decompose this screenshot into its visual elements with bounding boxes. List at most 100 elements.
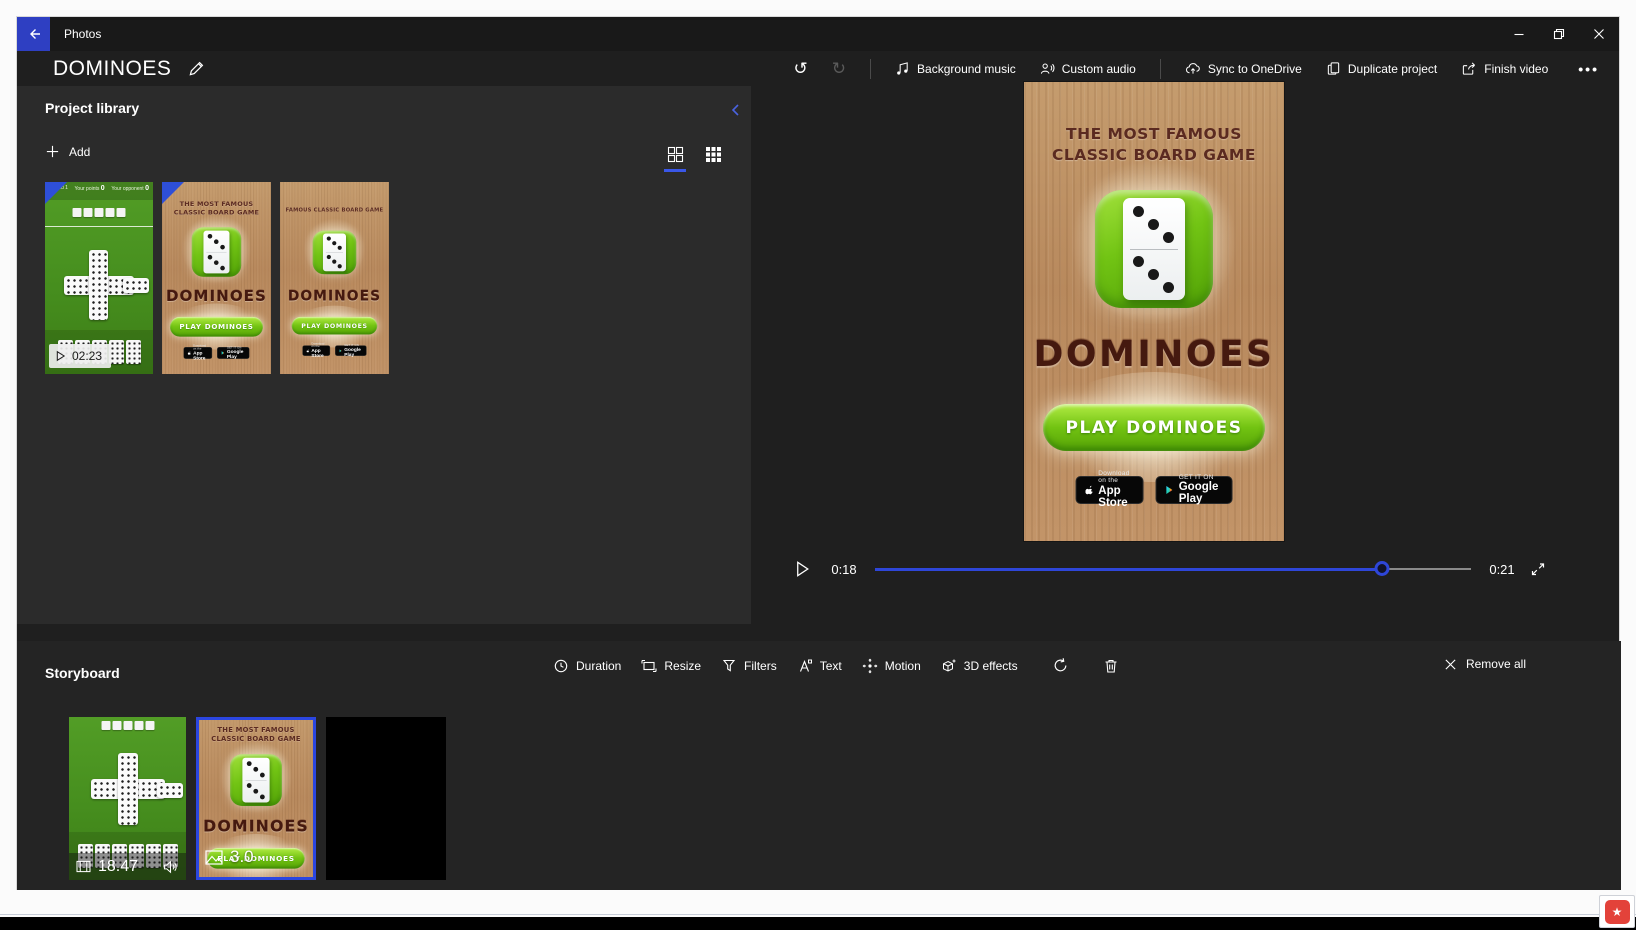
library-item-video[interactable]: Round 1 Your points 0 Your opponent 0	[45, 182, 153, 374]
seek-bar[interactable]	[875, 559, 1471, 579]
page-divider-line	[0, 914, 1636, 915]
storyboard-toolbar: Duration Resize Filters Text Motion	[553, 657, 1119, 674]
edit-title-pencil-icon[interactable]	[187, 60, 205, 78]
dominoes-app-icon	[230, 754, 282, 806]
photos-app-window: Photos DOMINOES ↺ ↻	[16, 16, 1620, 890]
duplicate-icon	[1326, 61, 1341, 76]
large-grid-icon	[667, 146, 684, 163]
3d-effects-button[interactable]: 3D effects	[941, 658, 1018, 674]
video-duration-badge: 02:23	[49, 344, 111, 368]
large-grid-view-button[interactable]	[663, 142, 687, 166]
cloud-sync-icon	[1185, 61, 1201, 76]
duplicate-project-button[interactable]: Duplicate project	[1326, 61, 1437, 76]
motion-button[interactable]: Motion	[862, 658, 921, 674]
duration-label: Duration	[576, 659, 621, 673]
custom-audio-button[interactable]: Custom audio	[1040, 61, 1136, 76]
person-audio-icon	[1040, 61, 1055, 76]
apple-logo-icon	[1086, 483, 1094, 497]
played-tiles-row	[101, 721, 154, 730]
project-library-title: Project library	[45, 100, 139, 116]
music-note-icon	[895, 61, 910, 76]
library-item-poster-alt[interactable]: FAMOUS CLASSIC BOARD GAME DOMINOES P	[280, 182, 389, 374]
finish-video-label: Finish video	[1484, 62, 1548, 76]
total-time: 0:21	[1485, 562, 1519, 577]
small-grid-view-button[interactable]	[701, 142, 725, 166]
google-play-icon	[221, 350, 224, 356]
storyboard-clip-image-selected[interactable]: THE MOST FAMOUSCLASSIC BOARD GAME DOMINO…	[196, 717, 316, 880]
redo-button[interactable]: ↻	[832, 59, 846, 79]
play-icon	[794, 560, 811, 578]
rotate-button[interactable]	[1052, 657, 1069, 674]
resize-button[interactable]: Resize	[641, 658, 701, 674]
remove-all-label: Remove all	[1466, 657, 1526, 671]
play-button[interactable]	[789, 560, 815, 578]
3d-effects-label: 3D effects	[964, 659, 1018, 673]
dominoes-app-icon	[1095, 190, 1213, 308]
clock-icon	[553, 658, 569, 674]
star-icon: ★	[1605, 900, 1630, 924]
played-tiles-row	[73, 208, 126, 217]
domino-tile	[157, 783, 183, 798]
add-label: Add	[69, 145, 90, 159]
poster-artwork-alt: FAMOUS CLASSIC BOARD GAME DOMINOES P	[280, 182, 389, 374]
resize-label: Resize	[664, 659, 701, 673]
text-icon	[797, 658, 813, 674]
library-item-poster[interactable]: THE MOST FAMOUSCLASSIC BOARD GAME DOMINO…	[162, 182, 271, 374]
fullscreen-button[interactable]	[1525, 561, 1551, 577]
duration-button[interactable]: Duration	[553, 658, 621, 674]
delete-button[interactable]	[1103, 658, 1119, 674]
text-label: Text	[820, 659, 842, 673]
share-export-icon	[1461, 61, 1477, 76]
poster-artwork: THE MOST FAMOUSCLASSIC BOARD GAME DOMINO…	[162, 182, 271, 374]
google-play-icon	[1166, 483, 1174, 497]
undo-button[interactable]: ↺	[794, 59, 808, 79]
background-music-button[interactable]: Background music	[895, 61, 1016, 76]
more-options-button[interactable]: •••	[1572, 61, 1605, 77]
storyboard-clip-video[interactable]: 18.47	[69, 717, 186, 880]
remove-all-button[interactable]: Remove all	[1444, 657, 1526, 671]
board-line	[45, 226, 153, 227]
app-store-badge: Download on theApp Store	[1076, 476, 1144, 504]
video-preview: THE MOST FAMOUSCLASSIC BOARD GAME DOMINO…	[1024, 82, 1284, 541]
back-button[interactable]	[17, 17, 50, 51]
seek-thumb[interactable]	[1374, 561, 1389, 576]
rotate-icon	[1052, 657, 1069, 674]
favorite-shortcut[interactable]: ★	[1599, 895, 1635, 928]
filters-button[interactable]: Filters	[721, 658, 777, 674]
sync-to-onedrive-button[interactable]: Sync to OneDrive	[1185, 61, 1302, 76]
close-icon	[1592, 27, 1606, 41]
seek-fill	[875, 568, 1382, 571]
finish-video-button[interactable]: Finish video	[1461, 61, 1548, 76]
storyboard-clip-black[interactable]	[326, 717, 446, 880]
clip-duration: 3.0	[230, 847, 254, 867]
duplicate-project-label: Duplicate project	[1348, 62, 1437, 76]
motion-icon	[862, 658, 878, 674]
window-controls	[1499, 17, 1619, 51]
clip-duration: 18.47	[98, 858, 156, 876]
poster-scaled: FAMOUS CLASSIC BOARD GAME DOMINOES P	[280, 182, 389, 374]
google-play-icon	[339, 348, 342, 353]
image-duration-badge: 3.0	[205, 847, 254, 867]
titlebar: Photos	[17, 17, 1619, 51]
app-store-badge: Download on theApp Store	[184, 347, 213, 359]
minimize-button[interactable]	[1499, 17, 1539, 51]
close-button[interactable]	[1579, 17, 1619, 51]
3d-effects-icon	[941, 658, 957, 674]
small-grid-icon	[705, 146, 722, 163]
chevron-left-icon	[729, 102, 741, 118]
poster-scaled: THE MOST FAMOUSCLASSIC BOARD GAME DOMINO…	[162, 182, 271, 374]
resize-icon	[641, 658, 657, 674]
dominoes-app-icon	[192, 227, 241, 276]
dominoes-app-icon	[313, 231, 357, 275]
motion-label: Motion	[885, 659, 921, 673]
text-button[interactable]: Text	[797, 658, 842, 674]
domino-tile	[118, 753, 138, 825]
restore-button[interactable]	[1539, 17, 1579, 51]
toolbar-separator	[1160, 59, 1161, 79]
collapse-panel-button[interactable]	[729, 102, 741, 118]
toolbar-separator	[870, 59, 871, 79]
storyboard-clips: 18.47 THE MOST FAMOUSCLASSIC BOARD GAME	[69, 717, 446, 880]
add-button[interactable]: Add	[45, 144, 90, 159]
back-arrow-icon	[26, 26, 42, 42]
view-toggles	[663, 142, 725, 166]
